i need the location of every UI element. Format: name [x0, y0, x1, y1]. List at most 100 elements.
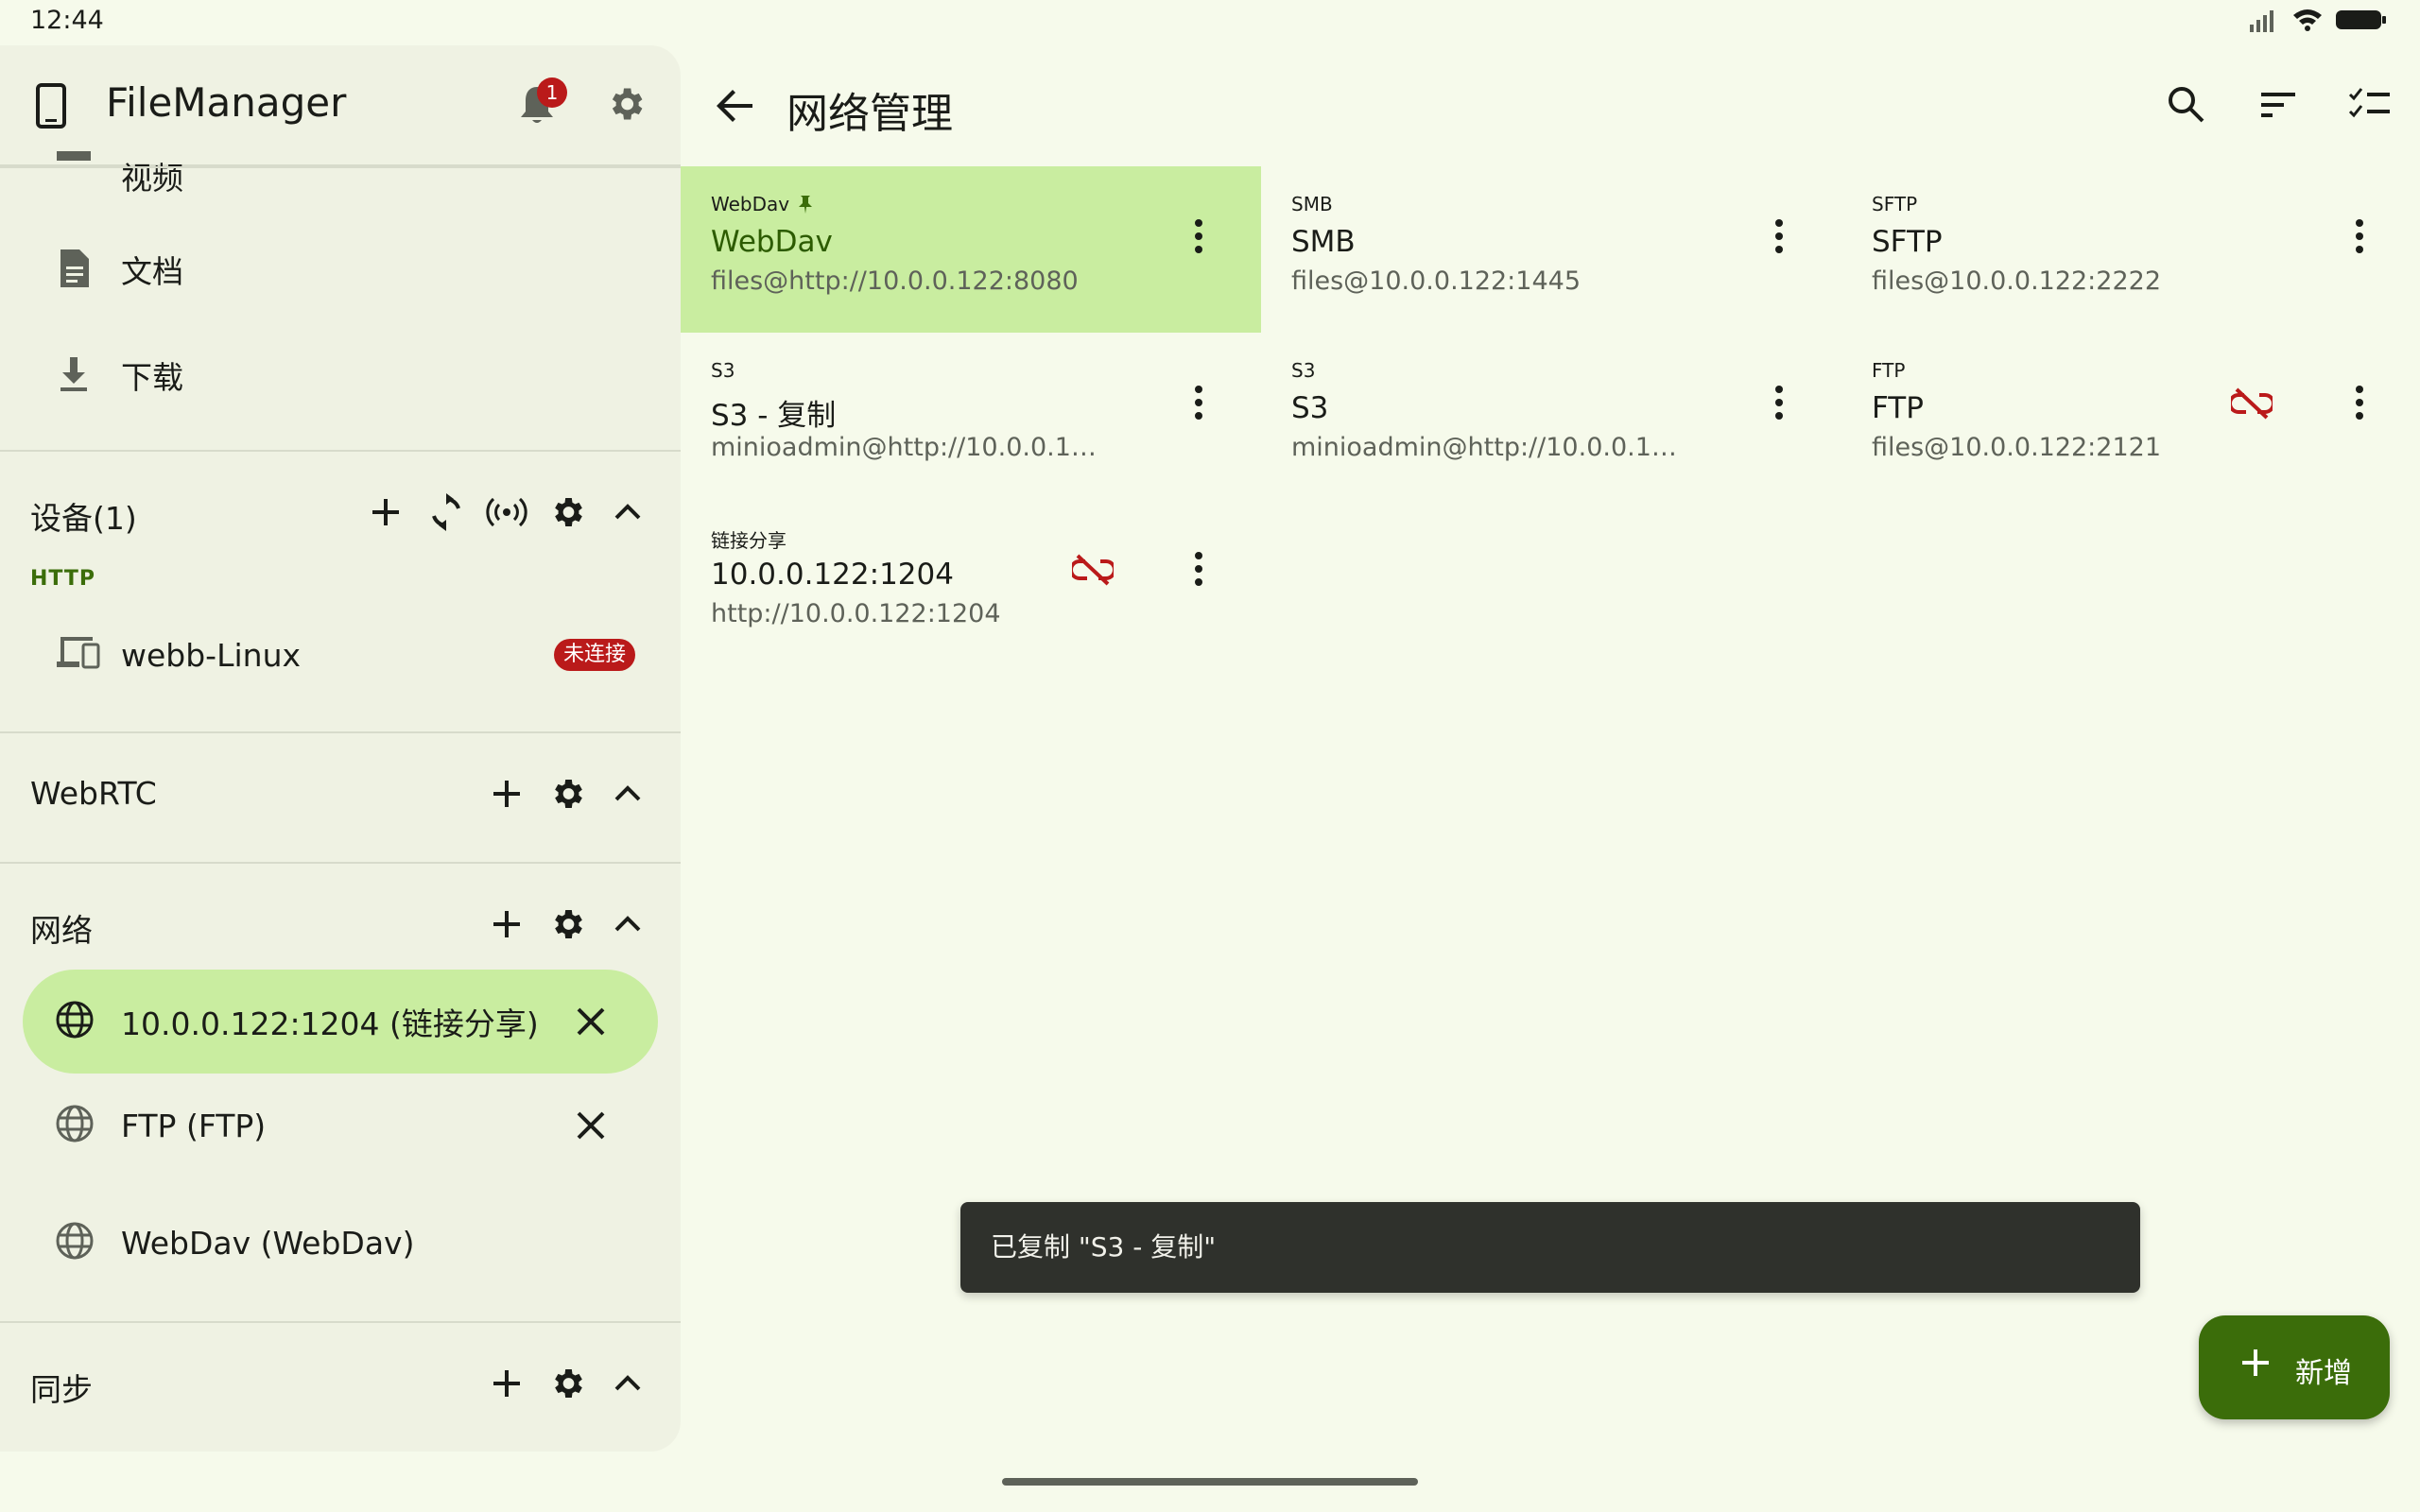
connection-type: S3: [1291, 359, 1316, 382]
more-vert-icon[interactable]: [2354, 217, 2365, 255]
settings-gear-icon[interactable]: [548, 1365, 586, 1402]
checklist-icon[interactable]: [2348, 85, 2392, 123]
connection-address: files@10.0.0.122:1445: [1291, 266, 1581, 296]
more-vert-icon[interactable]: [1193, 550, 1204, 588]
connection-type: WebDav: [711, 193, 814, 215]
devices-icon: [57, 637, 100, 669]
connection-name: S3 - 复制: [711, 399, 837, 433]
connection-card-link-share[interactable]: 链接分享 10.0.0.122:1204 http://10.0.0.122:1…: [681, 499, 1261, 665]
connection-name: 10.0.0.122:1204: [711, 558, 954, 592]
chevron-up-icon[interactable]: [611, 907, 645, 941]
search-icon[interactable]: [2167, 85, 2206, 125]
section-divider: [0, 731, 681, 733]
status-icons: [2248, 8, 2388, 32]
network-item-label: 10.0.0.122:1204 (链接分享): [121, 1005, 539, 1042]
network-section-title: 网络: [30, 912, 93, 949]
section-divider: [0, 862, 681, 864]
drawer-item-documents[interactable]: 文档: [23, 217, 658, 321]
link-off-icon[interactable]: [2231, 387, 2273, 420]
drawer-item-downloads[interactable]: 下载: [23, 323, 658, 427]
device-name: webb-Linux: [121, 636, 302, 674]
connection-card-webdav[interactable]: WebDav WebDav files@http://10.0.0.122:80…: [681, 166, 1261, 333]
add-icon[interactable]: [367, 493, 405, 531]
network-item-webdav[interactable]: WebDav (WebDav): [23, 1191, 658, 1295]
connection-card-smb[interactable]: SMB SMB files@10.0.0.122:1445: [1261, 166, 1841, 333]
webrtc-section-title: WebRTC: [30, 775, 157, 812]
connection-type: SMB: [1291, 193, 1333, 215]
sync-section-title: 同步: [30, 1371, 93, 1408]
connection-type: 链接分享: [711, 529, 786, 552]
status-time: 12:44: [30, 6, 104, 35]
document-icon: [60, 249, 89, 287]
devices-subheading: HTTP: [30, 567, 96, 591]
navigation-drawer: FileManager 1 视频 文档 下载 设备(1) HTTP webb-L…: [0, 45, 681, 1452]
drawer-item-label: 文档: [121, 253, 183, 290]
section-divider: [0, 450, 681, 452]
add-new-fab[interactable]: 新增: [2199, 1315, 2390, 1419]
connection-name: SFTP: [1872, 225, 1943, 259]
connection-name: S3: [1291, 391, 1329, 425]
back-arrow-icon[interactable]: [715, 85, 756, 127]
connection-address: files@10.0.0.122:2222: [1872, 266, 2161, 296]
more-vert-icon[interactable]: [1193, 217, 1204, 255]
status-bar: 12:44: [0, 0, 2420, 43]
signal-icon: [2250, 10, 2273, 32]
network-item-label: WebDav (WebDav): [121, 1224, 415, 1262]
connection-card-s3-copy[interactable]: S3 S3 - 复制 minioadmin@http://10.0.0.122:…: [681, 333, 1261, 499]
globe-icon: [56, 1222, 94, 1260]
add-icon[interactable]: [488, 775, 526, 813]
network-item-ftp[interactable]: FTP (FTP): [23, 1074, 658, 1177]
more-vert-icon[interactable]: [1773, 217, 1785, 255]
connection-name: FTP: [1872, 391, 1924, 425]
status-badge: 未连接: [554, 639, 635, 671]
device-item-webb-linux[interactable]: webb-Linux 未连接: [23, 603, 658, 707]
connection-type: SFTP: [1872, 193, 1918, 215]
close-icon[interactable]: [575, 1109, 607, 1142]
settings-gear-icon[interactable]: [605, 83, 647, 125]
top-app-bar: 网络管理: [681, 45, 2420, 166]
header-divider: [0, 166, 681, 168]
connection-address: files@10.0.0.122:2121: [1872, 433, 2161, 462]
home-indicator[interactable]: [1002, 1478, 1418, 1486]
more-vert-icon[interactable]: [2354, 384, 2365, 421]
settings-gear-icon[interactable]: [548, 905, 586, 943]
network-item-link-share[interactable]: 10.0.0.122:1204 (链接分享): [23, 970, 658, 1074]
chevron-up-icon[interactable]: [611, 1366, 645, 1400]
fab-label: 新增: [2295, 1357, 2352, 1390]
snackbar: 已复制 "S3 - 复制": [960, 1202, 2140, 1293]
chevron-up-icon[interactable]: [611, 777, 645, 811]
pin-icon: [799, 196, 813, 214]
add-icon: [2242, 1349, 2269, 1376]
page-title: 网络管理: [786, 90, 953, 138]
more-vert-icon[interactable]: [1773, 384, 1785, 421]
sync-icon[interactable]: [427, 493, 465, 531]
close-icon[interactable]: [575, 1005, 607, 1038]
chevron-up-icon[interactable]: [611, 495, 645, 529]
broadcast-icon[interactable]: [486, 493, 527, 531]
add-icon[interactable]: [488, 1365, 526, 1402]
devices-section-title: 设备(1): [30, 500, 137, 537]
drawer-item-video[interactable]: 视频: [23, 121, 658, 225]
link-off-icon[interactable]: [1072, 554, 1114, 586]
video-icon: [57, 151, 91, 161]
more-vert-icon[interactable]: [1193, 384, 1204, 421]
settings-gear-icon[interactable]: [548, 493, 586, 531]
globe-icon: [56, 1105, 94, 1143]
settings-gear-icon[interactable]: [548, 775, 586, 813]
add-icon[interactable]: [488, 905, 526, 943]
connection-address: minioadmin@http://10.0.0.122:...: [1291, 433, 1688, 462]
connection-card-s3[interactable]: S3 S3 minioadmin@http://10.0.0.122:...: [1261, 333, 1841, 499]
connection-card-sftp[interactable]: SFTP SFTP files@10.0.0.122:2222: [1841, 166, 2420, 333]
connection-type: FTP: [1872, 359, 1906, 382]
battery-icon: [2336, 10, 2386, 29]
connection-address: http://10.0.0.122:1204: [711, 599, 1001, 628]
wifi-icon: [2293, 9, 2322, 31]
connection-type: S3: [711, 359, 735, 382]
connection-address: files@http://10.0.0.122:8080: [711, 266, 1079, 296]
drawer-item-label: 下载: [121, 359, 183, 396]
download-icon: [60, 357, 87, 391]
connection-card-ftp[interactable]: FTP FTP files@10.0.0.122:2121: [1841, 333, 2420, 499]
connection-name: WebDav: [711, 225, 833, 259]
sort-icon[interactable]: [2259, 87, 2299, 123]
connection-address: minioadmin@http://10.0.0.122:...: [711, 433, 1108, 462]
